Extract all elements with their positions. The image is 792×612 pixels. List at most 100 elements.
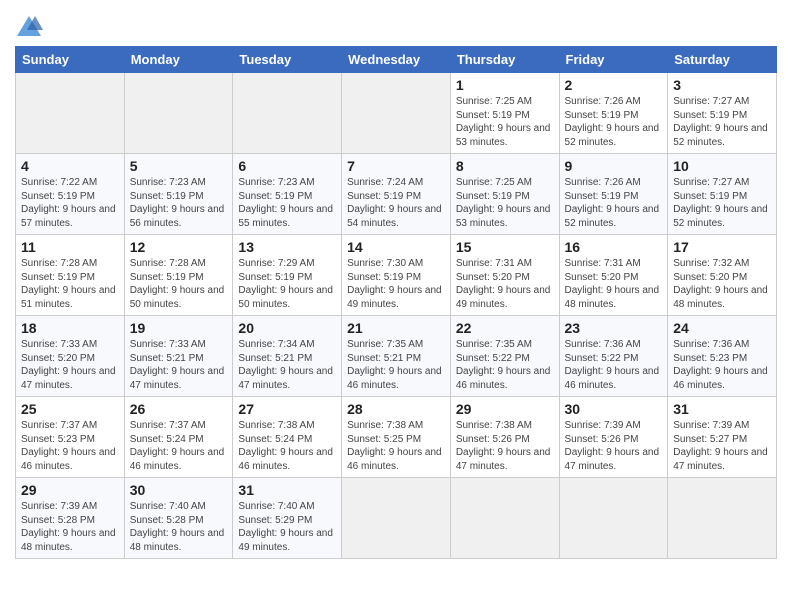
calendar-cell: 23 Sunrise: 7:36 AMSunset: 5:22 PMDayligh… (559, 316, 668, 397)
day-number: 30 (565, 401, 663, 417)
day-number: 24 (673, 320, 771, 336)
calendar-cell: 5Sunrise: 7:23 AMSunset: 5:19 PMDaylight… (124, 154, 233, 235)
col-saturday: Saturday (668, 47, 777, 73)
day-info: Sunrise: 7:37 AMSunset: 5:23 PMDaylight:… (21, 419, 119, 473)
day-number: 21 (347, 320, 445, 336)
calendar-header-row: Sunday Monday Tuesday Wednesday Thursday… (16, 47, 777, 73)
day-info: Sunrise: 7:22 AMSunset: 5:19 PMDaylight:… (21, 176, 119, 230)
calendar-cell: 20 Sunrise: 7:34 AMSunset: 5:21 PMDayligh… (233, 316, 342, 397)
day-number: 22 (456, 320, 554, 336)
calendar-cell: 29 Sunrise: 7:38 AMSunset: 5:26 PMDayligh… (450, 397, 559, 478)
day-number: 31 (238, 482, 336, 498)
day-info: Sunrise: 7:35 AMSunset: 5:22 PMDaylight:… (456, 338, 554, 392)
calendar-cell: 2 Sunrise: 7:26 AMSunset: 5:19 PMDaylight… (559, 73, 668, 154)
calendar-cell: 31Sunrise: 7:40 AMSunset: 5:29 PMDayligh… (233, 478, 342, 559)
day-info: Sunrise: 7:28 AMSunset: 5:19 PMDaylight:… (130, 257, 228, 311)
day-info: Sunrise: 7:25 AMSunset: 5:19 PMDaylight:… (456, 95, 554, 149)
calendar-cell: 13 Sunrise: 7:29 AMSunset: 5:19 PMDayligh… (233, 235, 342, 316)
day-info: Sunrise: 7:29 AMSunset: 5:19 PMDaylight:… (238, 257, 336, 311)
day-info: Sunrise: 7:26 AMSunset: 5:19 PMDaylight:… (565, 95, 663, 149)
calendar-cell: 22 Sunrise: 7:35 AMSunset: 5:22 PMDayligh… (450, 316, 559, 397)
calendar-cell (450, 478, 559, 559)
day-info: Sunrise: 7:28 AMSunset: 5:19 PMDaylight:… (21, 257, 119, 311)
day-info: Sunrise: 7:39 AMSunset: 5:28 PMDaylight:… (21, 500, 119, 554)
col-tuesday: Tuesday (233, 47, 342, 73)
day-info: Sunrise: 7:26 AMSunset: 5:19 PMDaylight:… (565, 176, 663, 230)
day-info: Sunrise: 7:40 AMSunset: 5:28 PMDaylight:… (130, 500, 228, 554)
calendar-cell: 16Sunrise: 7:31 AMSunset: 5:20 PMDayligh… (559, 235, 668, 316)
day-number: 17 (673, 239, 771, 255)
calendar-cell: 18 Sunrise: 7:33 AMSunset: 5:20 PMDayligh… (16, 316, 125, 397)
day-info: Sunrise: 7:31 AMSunset: 5:20 PMDaylight:… (565, 257, 663, 311)
calendar-cell: 29 Sunrise: 7:39 AMSunset: 5:28 PMDayligh… (16, 478, 125, 559)
calendar-cell (342, 73, 451, 154)
col-wednesday: Wednesday (342, 47, 451, 73)
calendar-cell: 26 Sunrise: 7:37 AMSunset: 5:24 PMDayligh… (124, 397, 233, 478)
day-number: 14 (347, 239, 445, 255)
day-number: 13 (238, 239, 336, 255)
day-info: Sunrise: 7:39 AMSunset: 5:27 PMDaylight:… (673, 419, 771, 473)
day-info: Sunrise: 7:38 AMSunset: 5:26 PMDaylight:… (456, 419, 554, 473)
calendar-week-row: 4 Sunrise: 7:22 AMSunset: 5:19 PMDaylight… (16, 154, 777, 235)
day-number: 28 (347, 401, 445, 417)
logo (15, 14, 47, 42)
day-number: 8 (456, 158, 554, 174)
day-info: Sunrise: 7:23 AMSunset: 5:19 PMDaylight:… (130, 176, 228, 230)
col-monday: Monday (124, 47, 233, 73)
day-number: 11 (21, 239, 119, 255)
day-number: 25 (21, 401, 119, 417)
calendar-week-row: 1 Sunrise: 7:25 AMSunset: 5:19 PMDaylight… (16, 73, 777, 154)
calendar-cell: 31 Sunrise: 7:39 AMSunset: 5:27 PMDayligh… (668, 397, 777, 478)
day-info: Sunrise: 7:37 AMSunset: 5:24 PMDaylight:… (130, 419, 228, 473)
calendar-week-row: 25 Sunrise: 7:37 AMSunset: 5:23 PMDayligh… (16, 397, 777, 478)
day-number: 27 (238, 401, 336, 417)
day-number: 20 (238, 320, 336, 336)
day-info: Sunrise: 7:32 AMSunset: 5:20 PMDaylight:… (673, 257, 771, 311)
calendar-cell: 21 Sunrise: 7:35 AMSunset: 5:21 PMDayligh… (342, 316, 451, 397)
day-number: 18 (21, 320, 119, 336)
calendar-cell: 14Sunrise: 7:30 AMSunset: 5:19 PMDayligh… (342, 235, 451, 316)
calendar-week-row: 11 Sunrise: 7:28 AMSunset: 5:19 PMDayligh… (16, 235, 777, 316)
day-info: Sunrise: 7:24 AMSunset: 5:19 PMDaylight:… (347, 176, 445, 230)
day-number: 12 (130, 239, 228, 255)
day-number: 3 (673, 77, 771, 93)
day-number: 29 (21, 482, 119, 498)
calendar-cell: 6 Sunrise: 7:23 AMSunset: 5:19 PMDaylight… (233, 154, 342, 235)
day-info: Sunrise: 7:38 AMSunset: 5:25 PMDaylight:… (347, 419, 445, 473)
calendar-cell (559, 478, 668, 559)
calendar-cell: 24 Sunrise: 7:36 AMSunset: 5:23 PMDayligh… (668, 316, 777, 397)
day-info: Sunrise: 7:27 AMSunset: 5:19 PMDaylight:… (673, 176, 771, 230)
day-number: 15 (456, 239, 554, 255)
day-info: Sunrise: 7:35 AMSunset: 5:21 PMDaylight:… (347, 338, 445, 392)
logo-icon (15, 14, 43, 42)
calendar-cell: 12 Sunrise: 7:28 AMSunset: 5:19 PMDayligh… (124, 235, 233, 316)
calendar-cell: 19Sunrise: 7:33 AMSunset: 5:21 PMDayligh… (124, 316, 233, 397)
day-info: Sunrise: 7:33 AMSunset: 5:20 PMDaylight:… (21, 338, 119, 392)
calendar-cell: 15Sunrise: 7:31 AMSunset: 5:20 PMDayligh… (450, 235, 559, 316)
day-number: 6 (238, 158, 336, 174)
day-info: Sunrise: 7:38 AMSunset: 5:24 PMDaylight:… (238, 419, 336, 473)
day-info: Sunrise: 7:36 AMSunset: 5:22 PMDaylight:… (565, 338, 663, 392)
calendar-week-row: 18 Sunrise: 7:33 AMSunset: 5:20 PMDayligh… (16, 316, 777, 397)
page-container: Sunday Monday Tuesday Wednesday Thursday… (0, 0, 792, 569)
day-info: Sunrise: 7:23 AMSunset: 5:19 PMDaylight:… (238, 176, 336, 230)
calendar-cell (342, 478, 451, 559)
day-number: 29 (456, 401, 554, 417)
day-info: Sunrise: 7:34 AMSunset: 5:21 PMDaylight:… (238, 338, 336, 392)
day-number: 2 (565, 77, 663, 93)
calendar-cell: 17 Sunrise: 7:32 AMSunset: 5:20 PMDayligh… (668, 235, 777, 316)
day-number: 4 (21, 158, 119, 174)
calendar-cell: 25 Sunrise: 7:37 AMSunset: 5:23 PMDayligh… (16, 397, 125, 478)
header (15, 10, 777, 42)
day-number: 23 (565, 320, 663, 336)
day-info: Sunrise: 7:36 AMSunset: 5:23 PMDaylight:… (673, 338, 771, 392)
day-number: 7 (347, 158, 445, 174)
day-number: 31 (673, 401, 771, 417)
day-info: Sunrise: 7:33 AMSunset: 5:21 PMDaylight:… (130, 338, 228, 392)
calendar-cell: 30Sunrise: 7:40 AMSunset: 5:28 PMDayligh… (124, 478, 233, 559)
day-number: 26 (130, 401, 228, 417)
day-number: 1 (456, 77, 554, 93)
calendar-cell (668, 478, 777, 559)
col-thursday: Thursday (450, 47, 559, 73)
day-number: 10 (673, 158, 771, 174)
